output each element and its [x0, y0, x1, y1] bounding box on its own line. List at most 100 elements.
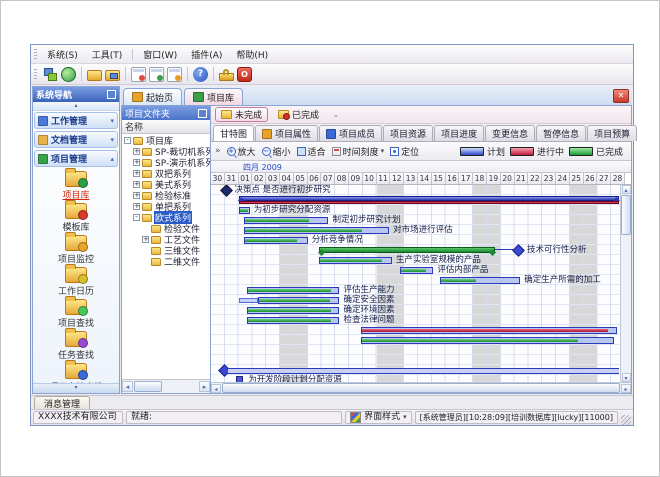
task-bar[interactable] [258, 297, 339, 304]
filter-未完成[interactable]: 未完成 [215, 107, 268, 122]
task-bar[interactable] [247, 317, 339, 324]
close-tab-button[interactable] [613, 89, 629, 103]
sidebar-section-工作管理[interactable]: 工作管理▾ [34, 112, 118, 129]
tree-horizontal-scrollbar[interactable]: ◂ ▸ [122, 379, 210, 393]
plan-bar[interactable] [239, 298, 258, 303]
tree-node-label: 二维文件 [163, 255, 201, 268]
network-icon[interactable] [43, 67, 58, 82]
lock-icon[interactable] [219, 73, 234, 81]
vertical-scrollbar[interactable]: ▴ ▾ [620, 185, 631, 382]
task-bar-icon[interactable] [236, 376, 243, 382]
help-icon[interactable] [193, 67, 208, 82]
folder-icon [65, 363, 87, 379]
expand-icon[interactable]: + [133, 192, 140, 199]
sidebar-item-任务查找[interactable]: 任务查找 [58, 331, 94, 363]
overflow-icon[interactable]: » [215, 146, 221, 156]
scroll-thumb[interactable] [222, 383, 620, 393]
menu-item-插件(A)[interactable]: 插件(A) [184, 47, 229, 62]
pin-icon[interactable] [107, 90, 116, 99]
task-bar[interactable] [440, 277, 520, 284]
gantt-tab-甘特图[interactable]: 甘特图 [213, 125, 254, 141]
inprogress-bar[interactable] [239, 201, 620, 204]
tool-缩小[interactable]: 缩小 [262, 145, 291, 158]
gantt-tab-变更信息[interactable]: 变更信息 [485, 125, 535, 141]
sidebar-item-项目查找[interactable]: 项目查找 [58, 299, 94, 331]
sidebar-item-项目库[interactable]: 项目库 [62, 171, 89, 203]
expand-icon[interactable]: + [133, 148, 140, 155]
menu-item-窗口(W)[interactable]: 窗口(W) [136, 47, 184, 62]
inprogress-task-bar[interactable] [361, 327, 616, 334]
filter-已完成[interactable]: 已完成 [272, 107, 325, 122]
sidebar-expand-handle[interactable]: ▾ [33, 383, 119, 393]
tool-时间刻度[interactable]: 时间刻度▾ [332, 145, 385, 158]
scroll-left-icon[interactable]: ◂ [211, 384, 221, 393]
gantt-chart[interactable]: 决策点 是否进行初步研究为初步研究分配资源制定初步研究计划对市场进行评估分析竞争… [211, 185, 620, 382]
expand-icon[interactable]: + [133, 181, 140, 188]
tool-定位[interactable]: 定位 [390, 145, 419, 158]
tool-放大[interactable]: 放大 [227, 145, 256, 158]
gantt-tab-暂停信息[interactable]: 暂停信息 [536, 125, 586, 141]
tool-适合[interactable]: 适合 [297, 145, 326, 158]
sidebar-section-文档管理[interactable]: 文档管理▾ [34, 131, 118, 148]
collapse-icon[interactable]: - [133, 214, 140, 221]
form-edit-icon[interactable] [149, 67, 164, 82]
gantt-tab-项目预算[interactable]: 项目预算 [587, 125, 637, 141]
task-bar[interactable] [361, 337, 614, 344]
tab-message-management[interactable]: 消息管理 [34, 396, 90, 409]
scroll-right-icon[interactable]: ▸ [199, 381, 210, 392]
menu-item-系统(S)[interactable]: 系统(S) [40, 47, 85, 62]
legend-item-计划: 计划 [460, 145, 505, 158]
resize-grip[interactable] [621, 415, 631, 425]
expand-icon[interactable]: + [142, 236, 149, 243]
gantt-tab-项目进度[interactable]: 项目进度 [434, 125, 484, 141]
task-bar[interactable] [400, 267, 433, 274]
form-close-icon[interactable] [167, 67, 182, 82]
scroll-up-icon[interactable]: ▴ [622, 185, 631, 194]
tab-项目库[interactable]: 项目库 [184, 88, 243, 105]
ui-style-dropdown[interactable]: 界面样式 ▾ [345, 411, 412, 424]
collapse-icon[interactable]: - [124, 137, 131, 144]
expand-icon[interactable]: + [133, 159, 140, 166]
gantt-tab-项目属性[interactable]: 项目属性 [255, 125, 318, 141]
milestone-icon[interactable] [220, 185, 233, 197]
task-bar[interactable] [319, 257, 392, 264]
scroll-thumb[interactable] [134, 381, 162, 392]
milestone-icon[interactable] [512, 244, 525, 257]
task-bar[interactable] [244, 217, 328, 224]
task-bar[interactable] [244, 237, 307, 244]
open-folder-icon[interactable] [87, 70, 102, 81]
exit-icon[interactable] [237, 67, 252, 82]
sidebar-item-模板库[interactable]: 模板库 [62, 203, 89, 235]
sidebar-collapse-handle[interactable]: ▴ [33, 102, 119, 111]
gantt-tab-项目成员[interactable]: 项目成员 [319, 125, 382, 141]
tab-起始页[interactable]: 起始页 [123, 88, 182, 105]
task-bar[interactable] [244, 227, 389, 234]
tree-column-header[interactable]: 名称 [122, 120, 210, 134]
task-bar[interactable] [239, 207, 250, 214]
scroll-down-icon[interactable]: ▾ [622, 373, 631, 382]
globe-icon[interactable] [61, 67, 76, 82]
folder-view-icon[interactable] [105, 70, 120, 81]
gantt-tab-项目资源[interactable]: 项目资源 [383, 125, 433, 141]
task-bar[interactable] [247, 287, 339, 294]
sidebar-item-项目文档查找[interactable]: 项目文档查找 [49, 363, 103, 383]
pin-icon[interactable] [198, 109, 207, 118]
gantt-horizontal-scrollbar[interactable]: ◂ ▸ [211, 382, 631, 393]
scroll-left-icon[interactable]: ◂ [122, 381, 133, 392]
more-options-icon[interactable]: ⌄ [329, 111, 343, 119]
tree-node-二维文件[interactable]: 二维文件 [122, 256, 210, 267]
expand-icon[interactable]: + [133, 203, 140, 210]
sidebar-item-工作日历[interactable]: 工作日历 [58, 267, 94, 299]
sidebar-item-项目监控[interactable]: 项目监控 [58, 235, 94, 267]
summary-line[interactable] [228, 368, 620, 374]
task-label: 对市场进行评估 [393, 225, 453, 235]
task-bar[interactable] [247, 307, 339, 314]
expand-icon[interactable]: + [133, 170, 140, 177]
scroll-right-icon[interactable]: ▸ [621, 384, 631, 393]
form-new-icon[interactable] [131, 67, 146, 82]
menu-item-工具(T)[interactable]: 工具(T) [85, 47, 130, 62]
completed-summary-bar[interactable] [319, 247, 496, 253]
sidebar-section-项目管理[interactable]: 项目管理▴ [34, 150, 118, 167]
scroll-thumb[interactable] [621, 195, 631, 235]
menu-item-帮助(H)[interactable]: 帮助(H) [229, 47, 275, 62]
